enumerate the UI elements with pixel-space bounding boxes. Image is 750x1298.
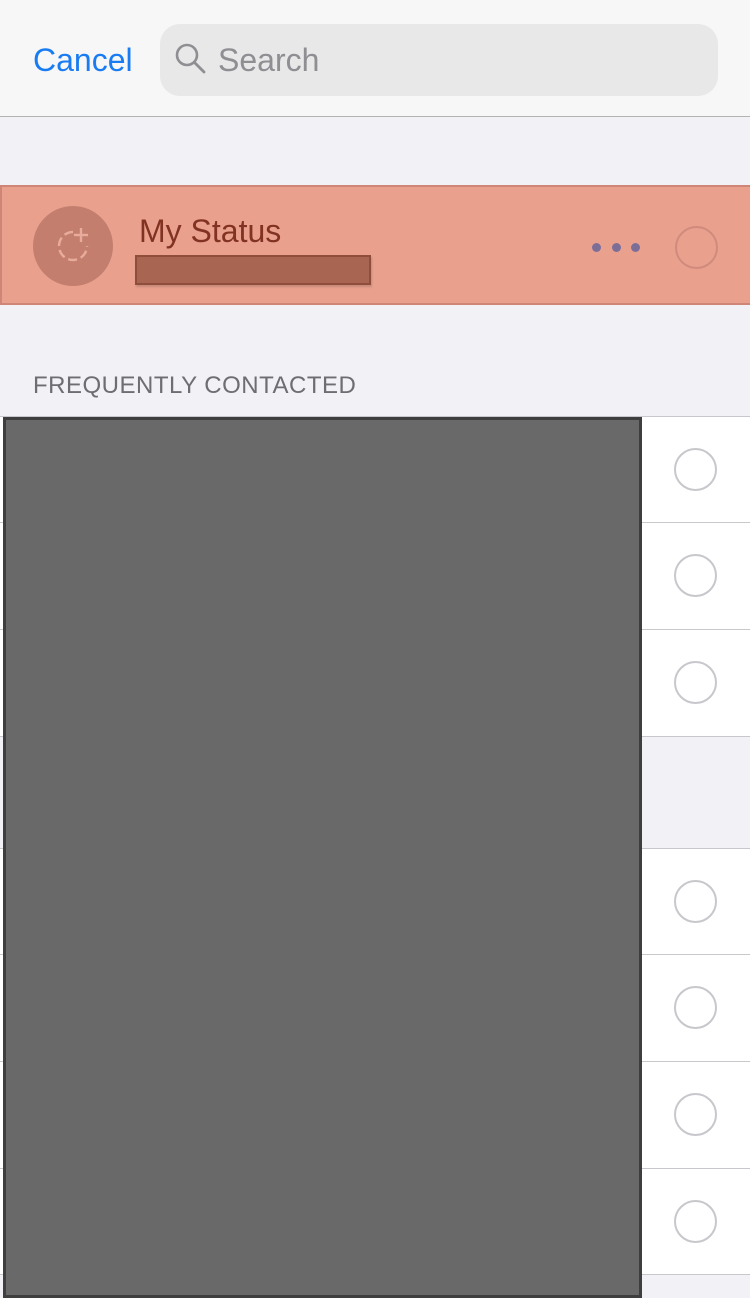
search-input[interactable] [218, 24, 698, 96]
select-radio[interactable] [674, 448, 717, 491]
search-bar[interactable] [160, 24, 718, 96]
select-radio[interactable] [674, 880, 717, 923]
status-subtitle-redacted [135, 255, 371, 285]
dot [611, 242, 621, 252]
my-status-title: My Status [139, 213, 282, 249]
search-icon [175, 43, 206, 74]
select-radio[interactable] [674, 554, 717, 597]
dot [631, 242, 640, 252]
more-horizontal-icon[interactable] [592, 239, 640, 255]
select-radio[interactable] [674, 986, 717, 1029]
add-status-icon [57, 228, 89, 262]
redacted-contacts-block [3, 417, 642, 1298]
navigation-header: Cancel [0, 0, 750, 117]
my-status-row[interactable]: My Status [0, 185, 750, 305]
dot [592, 242, 601, 252]
section-header-frequently-contacted: FREQUENTLY CONTACTED [33, 372, 357, 399]
cancel-button[interactable]: Cancel [33, 40, 133, 80]
status-avatar [33, 206, 113, 286]
select-radio[interactable] [674, 1200, 717, 1243]
select-radio[interactable] [674, 661, 717, 704]
select-radio[interactable] [674, 1093, 717, 1136]
my-status-select-radio[interactable] [675, 226, 718, 269]
